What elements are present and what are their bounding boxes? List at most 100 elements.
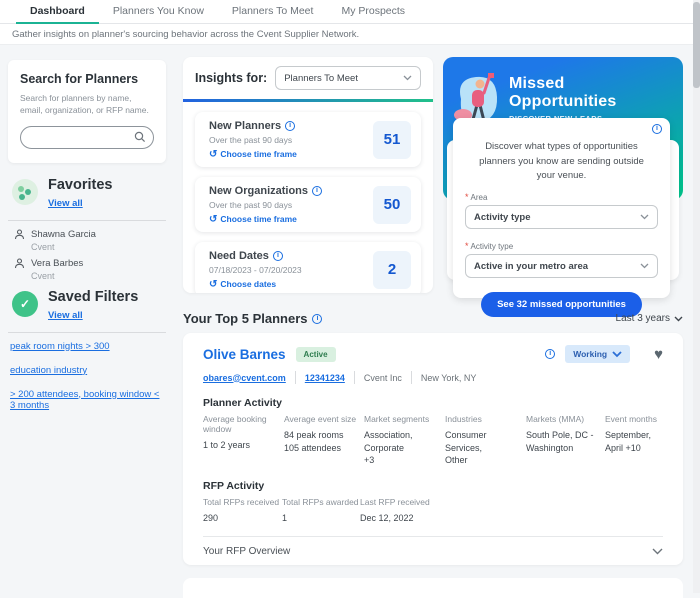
stat-value: 2	[373, 250, 411, 289]
info-icon[interactable]: i	[652, 124, 662, 134]
column-value: September, April +10	[605, 430, 652, 453]
gradient-divider	[183, 99, 433, 102]
search-icon[interactable]	[134, 130, 146, 148]
column-value: 290	[203, 512, 219, 523]
new-organizations-card: New Organizations i Over the past 90 days…	[195, 177, 421, 232]
person-icon	[14, 258, 25, 268]
planner-company: Cvent Inc	[363, 372, 402, 383]
working-status-dropdown[interactable]: Working	[565, 345, 631, 363]
divider	[294, 371, 296, 384]
area-selected-value: Activity type	[474, 211, 531, 223]
stat-value: 50	[373, 185, 411, 224]
choose-dates-link[interactable]: ↺ Choose dates	[209, 279, 302, 289]
planner-name-link[interactable]: Olive Barnes	[203, 347, 286, 362]
favorites-header: Favorites View all	[8, 177, 166, 211]
saved-filter-link[interactable]: peak room nights > 300	[10, 341, 166, 352]
stat-title: New Organizations	[209, 185, 309, 197]
tab-planners-you-know[interactable]: Planners You Know	[99, 0, 218, 23]
history-icon: ↺	[209, 213, 218, 225]
time-range-dropdown[interactable]: Last 3 years	[616, 313, 683, 324]
info-icon[interactable]: i	[312, 186, 323, 196]
divider	[8, 331, 166, 333]
tab-my-prospects[interactable]: My Prospects	[327, 0, 419, 23]
activity-type-select[interactable]: Active in your metro area	[465, 254, 658, 279]
column-label: Event months	[605, 414, 657, 424]
saved-filters-header: ✓ Saved Filters View all	[8, 289, 166, 323]
info-icon[interactable]: i	[545, 349, 556, 359]
saved-filters-view-all-link[interactable]: View all	[48, 310, 83, 321]
saved-filter-link[interactable]: education industry	[10, 365, 166, 376]
choose-time-frame-link[interactable]: ↺ Choose time frame	[209, 214, 322, 224]
favorite-item[interactable]: Shawna Garcia	[14, 229, 166, 240]
stat-subtitle: Over the past 90 days	[209, 135, 293, 145]
required-asterisk: *	[465, 241, 469, 252]
need-dates-card: Need Dates i 07/18/2023 - 07/20/2023 ↺ Cho…	[195, 242, 421, 293]
activity-column: Markets (MMA) South Pole, DC - Washington	[526, 414, 603, 467]
info-icon[interactable]: i	[272, 251, 283, 261]
favorite-org: Cvent	[31, 241, 55, 252]
activity-column: Average booking window 1 to 2 years	[203, 414, 282, 467]
favorite-item[interactable]: Vera Barbes	[14, 258, 166, 269]
favorites-view-all-link[interactable]: View all	[48, 198, 83, 209]
column-label: Total RFPs awarded	[282, 496, 359, 507]
history-icon: ↺	[209, 278, 218, 290]
activity-type-selected-value: Active in your metro area	[474, 260, 589, 272]
missed-opportunities-description: Discover what types of opportunities pla…	[479, 141, 644, 182]
column-value: Other	[445, 455, 468, 466]
column-label: Market segments	[364, 414, 430, 424]
stat-value: 51	[373, 120, 411, 159]
planner-email-link[interactable]: obares@cvent.com	[203, 373, 286, 383]
saved-filters-title: Saved Filters	[48, 288, 139, 305]
planner-location: New York, NY	[420, 372, 477, 383]
area-select[interactable]: Activity type	[465, 205, 658, 230]
accordion-label: Your RFP Overview	[203, 545, 291, 557]
column-label: Average booking window	[203, 414, 267, 434]
column-value: Washington	[526, 442, 574, 453]
sidebar: Search for Planners Search for planners …	[8, 60, 166, 424]
chevron-down-icon	[640, 263, 649, 269]
info-icon[interactable]: i	[312, 313, 323, 324]
top-planners-title: Your Top 5 Planners	[183, 311, 308, 326]
column-value: 1	[282, 512, 288, 523]
column-value: Dec 12, 2022	[360, 512, 414, 523]
activity-column: Average event size 84 peak rooms 105 atten…	[284, 414, 362, 467]
tab-bar: Dashboard Planners You Know Planners To …	[0, 0, 700, 24]
favorite-heart-icon[interactable]: ♥	[654, 346, 663, 363]
page-scrollbar[interactable]	[693, 0, 700, 593]
divider	[8, 219, 166, 221]
insights-audience-select[interactable]: Planners To Meet	[275, 66, 421, 90]
column-label: Average event size	[284, 414, 357, 424]
stat-subtitle: 07/18/2023 - 07/20/2023	[209, 265, 302, 275]
saved-filter-link[interactable]: > 200 attendees, booking window < 3 mont…	[10, 389, 166, 411]
column-value: 105 attendees	[284, 442, 342, 453]
next-planner-card-partial	[183, 578, 683, 598]
new-planners-card: New Planners i Over the past 90 days ↺ Cho…	[195, 112, 421, 167]
column-value: South Pole, DC -	[526, 430, 594, 440]
working-status-label: Working	[573, 349, 608, 359]
missed-opportunities-title: Missed Opportunities	[509, 75, 617, 110]
scrollbar-thumb[interactable]	[693, 2, 700, 88]
rfp-activity-title: RFP Activity	[203, 479, 265, 492]
insights-panel: Insights for: Planners To Meet New Plann…	[183, 57, 433, 293]
column-value: Association, Corporate	[364, 430, 413, 453]
activity-column: Industries Consumer Services, Other	[445, 414, 524, 467]
tab-planners-to-meet[interactable]: Planners To Meet	[218, 0, 328, 23]
column-value: 1 to 2 years	[203, 440, 251, 450]
rfp-column: Total RFPs received 290	[203, 497, 282, 525]
stat-action-label: Choose time frame	[220, 214, 297, 224]
info-icon[interactable]: i	[285, 121, 296, 131]
missed-opportunities-form-card: i Discover what types of opportunities p…	[453, 118, 670, 318]
divider	[353, 371, 355, 384]
search-card-title: Search for Planners	[20, 72, 139, 86]
search-for-planners-card: Search for Planners Search for planners …	[8, 60, 166, 163]
stat-action-label: Choose dates	[220, 279, 277, 289]
column-value: Consumer Services,	[445, 430, 487, 453]
planner-phone-link[interactable]: 12341234	[305, 373, 345, 383]
rfp-overview-accordion[interactable]: Your RFP Overview	[203, 536, 663, 565]
check-circle-icon: ✓	[12, 290, 38, 317]
stat-subtitle: Over the past 90 days	[209, 200, 293, 210]
tab-dashboard[interactable]: Dashboard	[16, 0, 99, 24]
activity-type-field-label: Activity type	[470, 242, 514, 252]
choose-time-frame-link[interactable]: ↺ Choose time frame	[209, 149, 297, 159]
column-label: Last RFP received	[360, 496, 430, 507]
